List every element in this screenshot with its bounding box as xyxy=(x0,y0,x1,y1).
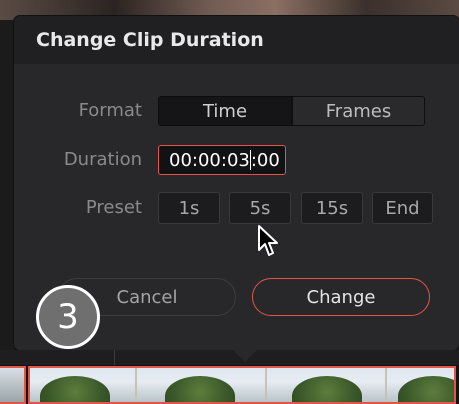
duration-input[interactable]: 00:00:03:00 xyxy=(158,145,286,175)
format-time-option[interactable]: Time xyxy=(158,96,292,126)
timeline-track xyxy=(0,350,459,365)
duration-value-end: :00 xyxy=(250,149,280,171)
thumbnail-tree-image xyxy=(40,376,110,402)
change-button[interactable]: Change xyxy=(252,278,430,316)
preset-end-button[interactable]: End xyxy=(372,192,433,224)
thumbnail-tree-image xyxy=(398,376,454,402)
previous-clip-thumbnail[interactable] xyxy=(0,366,26,404)
preset-15s-button[interactable]: 15s xyxy=(301,192,363,224)
frame-separator xyxy=(385,368,387,402)
background-left-panel xyxy=(0,20,14,365)
duration-label: Duration xyxy=(63,149,142,170)
dialog-title: Change Clip Duration xyxy=(36,29,264,51)
selected-clip-thumbnails[interactable] xyxy=(28,366,456,404)
format-label: Format xyxy=(78,100,142,121)
dialog-pointer-arrow xyxy=(232,349,258,362)
step-number-badge: 3 xyxy=(36,285,100,349)
thumbnail-tree-image xyxy=(165,376,235,402)
frame-separator xyxy=(265,368,267,402)
preset-5s-button[interactable]: 5s xyxy=(229,192,291,224)
duration-value-start: 00:00:03 xyxy=(169,149,250,171)
timeline-divider xyxy=(114,350,115,365)
preset-label: Preset xyxy=(85,197,142,218)
dialog-header: Change Clip Duration xyxy=(14,16,459,64)
format-frames-option[interactable]: Frames xyxy=(292,96,425,126)
thumbnail-tree-image xyxy=(292,376,362,402)
mouse-cursor-icon xyxy=(258,225,278,256)
preset-1s-button[interactable]: 1s xyxy=(158,192,220,224)
frame-separator xyxy=(135,368,137,402)
